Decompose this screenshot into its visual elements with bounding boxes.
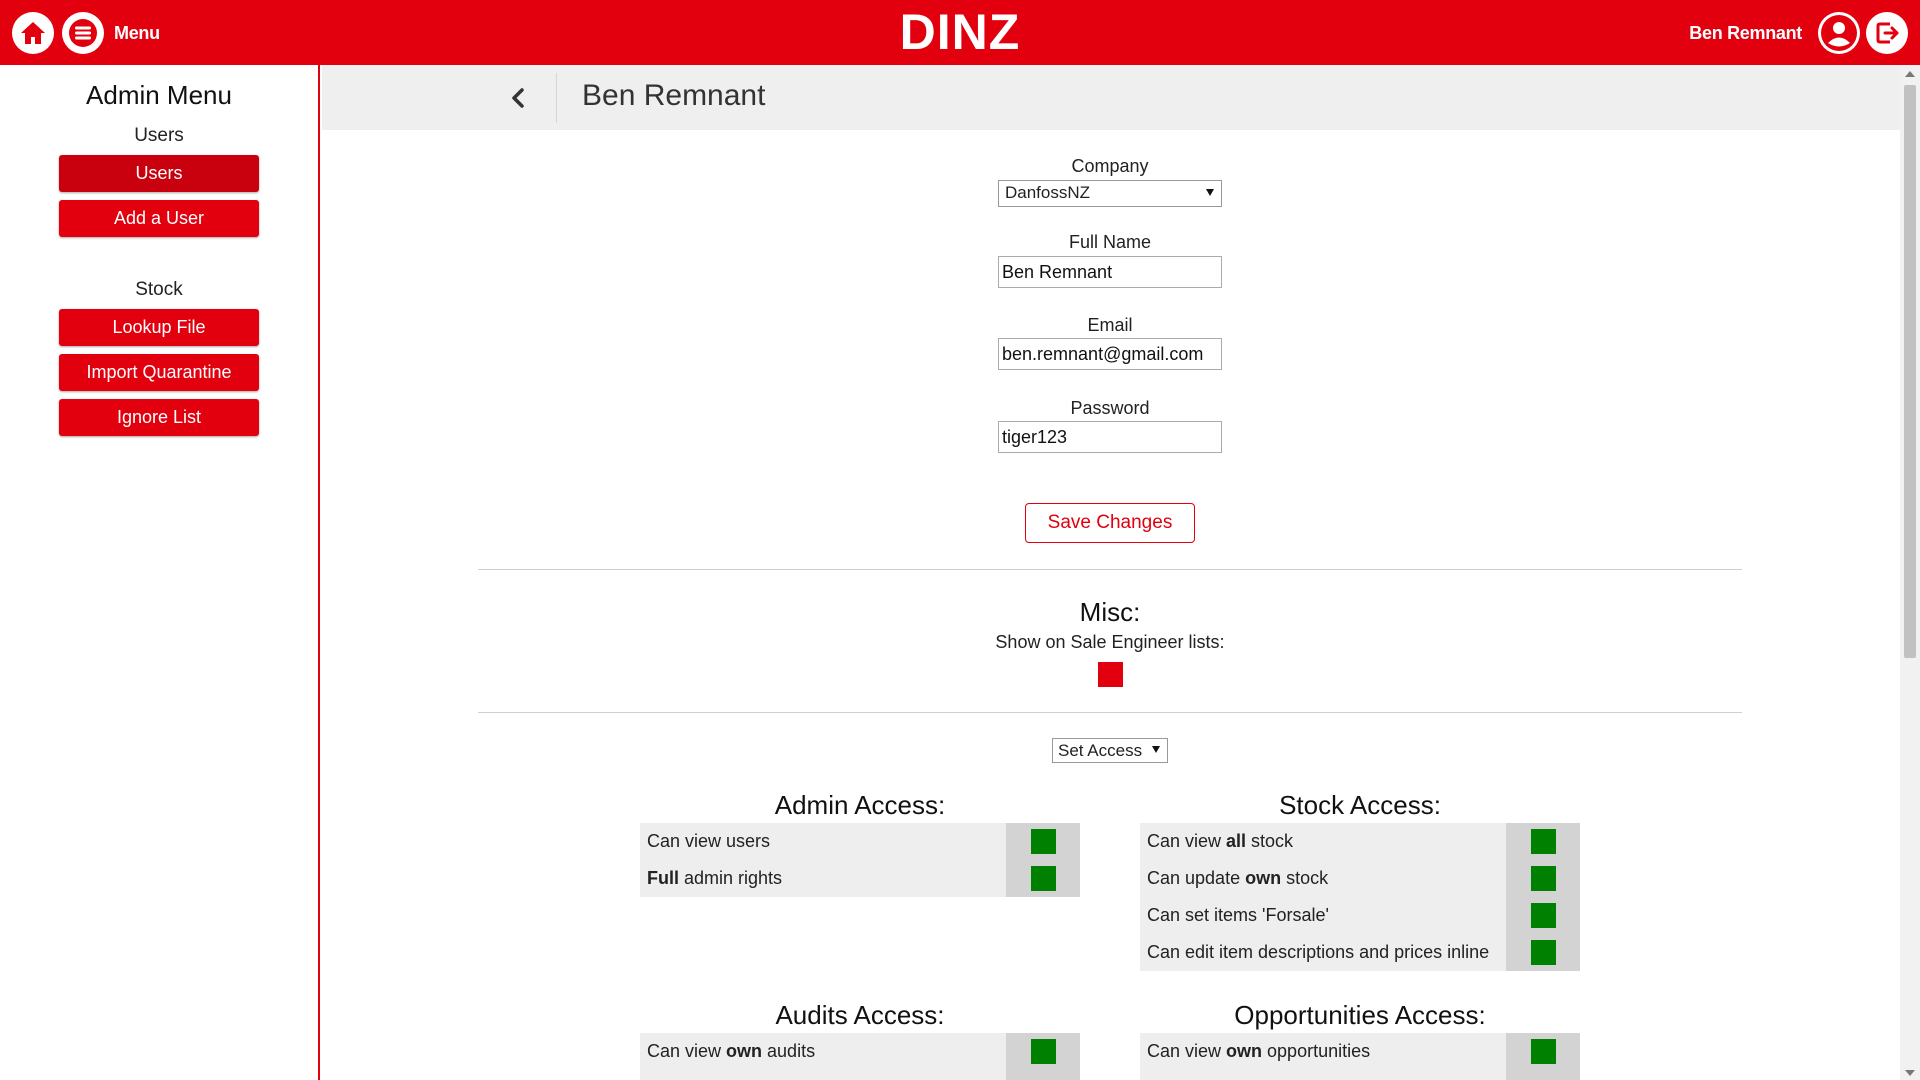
scrollbar[interactable] xyxy=(1900,65,1920,1080)
permission-toggle[interactable] xyxy=(1030,866,1056,891)
misc-title: Misc: xyxy=(1079,597,1141,627)
divider xyxy=(478,712,1742,713)
set-access-value: Set Access xyxy=(1058,741,1143,760)
permission-row: Can edit item descriptions and prices in… xyxy=(1140,934,1580,971)
company-label: Company xyxy=(1071,156,1149,176)
sidebar-item-lookup-file[interactable]: Lookup File xyxy=(59,309,259,346)
permission-label: Can view users xyxy=(640,823,1006,860)
password-label: Password xyxy=(1070,398,1150,418)
permission-toggle[interactable] xyxy=(1530,1039,1556,1064)
permission-label: Full admin rights xyxy=(640,860,1006,897)
page-header: Ben Remnant xyxy=(322,65,1900,130)
permission-toggle[interactable] xyxy=(1530,940,1556,965)
set-access-select[interactable]: Set Access xyxy=(1052,738,1168,763)
sale-engineer-label: Show on Sale Engineer lists: xyxy=(995,632,1225,652)
permission-row: Can view own opportunities xyxy=(1140,1033,1580,1070)
permission-toggle[interactable] xyxy=(1530,866,1556,891)
permission-toggle-cell xyxy=(1506,1070,1580,1080)
permission-label: Can edit item descriptions and prices in… xyxy=(1140,934,1506,971)
brand-logo: DINZ xyxy=(899,4,1021,60)
permission-row: Can view users xyxy=(640,823,1080,860)
sidebar-section-stock: Stock xyxy=(135,279,183,300)
save-changes-button[interactable]: Save Changes xyxy=(1025,503,1195,543)
page-title: Ben Remnant xyxy=(582,79,766,112)
full-name-label: Full Name xyxy=(1068,232,1152,252)
permission-toggle-cell xyxy=(1506,860,1580,897)
permission-toggle-cell xyxy=(1006,860,1080,897)
logout-icon xyxy=(1876,22,1899,44)
permission-toggle-cell xyxy=(1506,934,1580,971)
permission-toggle-cell xyxy=(1006,1070,1080,1080)
sidebar-item-users[interactable]: Users xyxy=(59,155,259,192)
scroll-down-arrow-icon[interactable] xyxy=(1905,1070,1915,1076)
user-name[interactable]: Ben Remnant xyxy=(1689,23,1802,44)
scroll-up-arrow-icon[interactable] xyxy=(1905,71,1915,77)
sidebar-item-add-user[interactable]: Add a User xyxy=(59,200,259,237)
permission-label: Can view own opportunities xyxy=(1140,1033,1506,1070)
user-icon xyxy=(1821,15,1857,51)
permission-toggle[interactable] xyxy=(1530,903,1556,928)
logout-button[interactable] xyxy=(1866,12,1908,54)
permission-row: Full admin rights xyxy=(640,860,1080,897)
permission-label xyxy=(640,1070,1006,1080)
permission-toggle-cell xyxy=(1006,823,1080,860)
sidebar-item-ignore-list[interactable]: Ignore List xyxy=(59,399,259,436)
permission-label: Can set items 'Forsale' xyxy=(1140,897,1506,934)
divider xyxy=(478,569,1742,570)
topbar-right: Ben Remnant xyxy=(1689,12,1908,54)
permission-row: Can set items 'Forsale' xyxy=(1140,897,1580,934)
permission-toggle-cell xyxy=(1506,897,1580,934)
header-divider xyxy=(556,73,557,123)
top-bar: Menu DINZ Ben Remnant xyxy=(0,0,1920,65)
opportunities-access-table: Can view own opportunities xyxy=(1140,1033,1580,1080)
audits-access-table: Can view own audits xyxy=(640,1033,1080,1080)
permission-toggle-cell xyxy=(1506,1033,1580,1070)
permission-toggle[interactable] xyxy=(1530,829,1556,854)
permission-label xyxy=(1140,1070,1506,1080)
company-select-value: DanfossNZ xyxy=(1005,183,1091,202)
sidebar-section-users: Users xyxy=(134,125,184,146)
stock-access-title: Stock Access: xyxy=(1279,790,1441,820)
permission-label: Can update own stock xyxy=(1140,860,1506,897)
company-select[interactable]: DanfossNZ xyxy=(998,180,1222,207)
permission-row: Can update own stock xyxy=(1140,860,1580,897)
opportunities-access-title: Opportunities Access: xyxy=(1234,1000,1486,1030)
permission-row-partial xyxy=(640,1070,1080,1080)
permission-toggle-cell xyxy=(1006,1033,1080,1070)
permission-row: Can view own audits xyxy=(640,1033,1080,1070)
email-label: Email xyxy=(1087,315,1133,335)
permission-toggle[interactable] xyxy=(1030,1039,1056,1064)
permission-row-partial xyxy=(1140,1070,1580,1080)
audits-access-title: Audits Access: xyxy=(775,1000,945,1030)
permission-label: Can view all stock xyxy=(1140,823,1506,860)
permission-label: Can view own audits xyxy=(640,1033,1006,1070)
dropdown-arrow-icon xyxy=(1152,746,1160,753)
back-button[interactable] xyxy=(502,82,534,114)
permission-toggle-cell xyxy=(1506,823,1580,860)
admin-access-table: Can view users Full admin rights xyxy=(640,823,1080,897)
sidebar: Admin Menu Users Users Add a User Stock … xyxy=(0,65,320,1080)
permission-toggle[interactable] xyxy=(1030,829,1056,854)
scrollbar-thumb[interactable] xyxy=(1904,85,1916,658)
full-name-input[interactable] xyxy=(998,256,1222,288)
password-input[interactable] xyxy=(998,421,1222,453)
chevron-left-icon xyxy=(512,88,524,108)
admin-access-title: Admin Access: xyxy=(774,790,946,820)
email-input[interactable] xyxy=(998,338,1222,370)
stock-access-table: Can view all stock Can update own stock … xyxy=(1140,823,1580,971)
dropdown-arrow-icon xyxy=(1206,189,1214,196)
sidebar-item-import-quarantine[interactable]: Import Quarantine xyxy=(59,354,259,391)
permission-row: Can view all stock xyxy=(1140,823,1580,860)
sidebar-title: Admin Menu xyxy=(86,80,232,110)
profile-button[interactable] xyxy=(1818,12,1860,54)
sale-engineer-toggle[interactable] xyxy=(1098,662,1123,687)
